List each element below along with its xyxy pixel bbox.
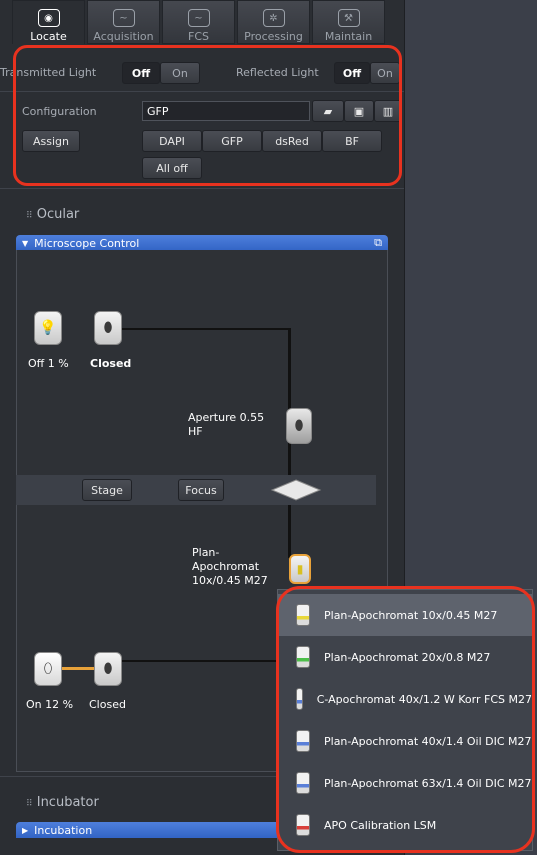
top-lamp-button[interactable]: 💡 <box>34 311 62 345</box>
beam-line <box>288 328 291 478</box>
microscope-control-title: Microscope Control <box>34 236 140 250</box>
bottom-shutter-button[interactable]: ⬮ <box>94 652 122 686</box>
bottom-shutter-status: Closed <box>89 698 126 711</box>
tab-label: FCS <box>188 30 209 43</box>
highlight-box-objectives <box>276 586 535 853</box>
objective-text: Plan- Apochromat 10x/0.45 M27 <box>192 546 268 587</box>
aperture-button[interactable]: ⬮ <box>286 408 312 444</box>
ocular-section-header[interactable]: ⠿ Ocular <box>26 207 79 222</box>
halogen-lamp-icon: ⬯ <box>43 661 53 677</box>
top-lamp-status: Off 1 % <box>28 357 69 370</box>
tab-acquisition[interactable]: ~ Acquisition <box>87 0 160 44</box>
top-shutter-button[interactable]: ⬮ <box>94 311 122 345</box>
expand-arrow-icon: ▶ <box>22 825 29 835</box>
tab-fcs[interactable]: ~ FCS <box>162 0 235 44</box>
ocular-label: Ocular <box>36 207 80 222</box>
objective-icon: ▮ <box>296 562 304 576</box>
wrench-icon: ⚒ <box>337 9 360 27</box>
gear-icon: ✲ <box>262 9 285 27</box>
focus-button[interactable]: Focus <box>178 479 224 501</box>
incubator-label: Incubator <box>36 795 99 810</box>
tab-bar: ◉ Locate ~ Acquisition ~ FCS ✲ Processin… <box>12 0 404 44</box>
fcs-icon: ~ <box>187 9 210 27</box>
tab-maintain[interactable]: ⚒ Maintain <box>312 0 385 44</box>
aperture-icon: ⬮ <box>294 418 304 434</box>
beam-line <box>288 500 291 558</box>
tab-label: Acquisition <box>93 30 154 43</box>
beam-line <box>122 328 290 330</box>
eye-icon: ◉ <box>37 9 60 27</box>
lightbulb-icon: 💡 <box>39 320 57 336</box>
stage-button[interactable]: Stage <box>82 479 132 501</box>
incubation-header[interactable]: ▶ Incubation <box>16 822 278 838</box>
lens-icon: ⬮ <box>103 320 113 336</box>
light-path-line <box>62 667 94 670</box>
tab-label: Processing <box>244 30 303 43</box>
collapse-arrow-icon: ▼ <box>22 238 29 248</box>
undock-icon[interactable]: ⧉ <box>374 236 382 250</box>
drag-handle-icon: ⠿ <box>26 799 33 809</box>
tab-label: Maintain <box>324 30 373 43</box>
drag-handle-icon: ⠿ <box>26 211 33 221</box>
stage-diamond-icon[interactable] <box>270 478 322 502</box>
tab-label: Locate <box>30 30 67 43</box>
microscope-control-header[interactable]: ▼ Microscope Control ⧉ <box>16 235 388 251</box>
lens-icon: ⬮ <box>103 661 113 677</box>
top-shutter-status: Closed <box>90 357 132 370</box>
acquisition-icon: ~ <box>112 9 135 27</box>
tab-locate[interactable]: ◉ Locate <box>12 0 85 44</box>
highlight-box-config <box>13 45 402 186</box>
beam-line <box>122 660 280 662</box>
incubation-title: Incubation <box>34 823 93 837</box>
objective-button[interactable]: ▮ <box>289 554 311 584</box>
incubator-section-header[interactable]: ⠿ Incubator <box>26 795 99 810</box>
bottom-lamp-button[interactable]: ⬯ <box>34 652 62 686</box>
aperture-text: Aperture 0.55 HF <box>188 411 265 438</box>
tab-processing[interactable]: ✲ Processing <box>237 0 310 44</box>
bottom-lamp-status: On 12 % <box>26 698 74 711</box>
divider <box>0 188 404 189</box>
